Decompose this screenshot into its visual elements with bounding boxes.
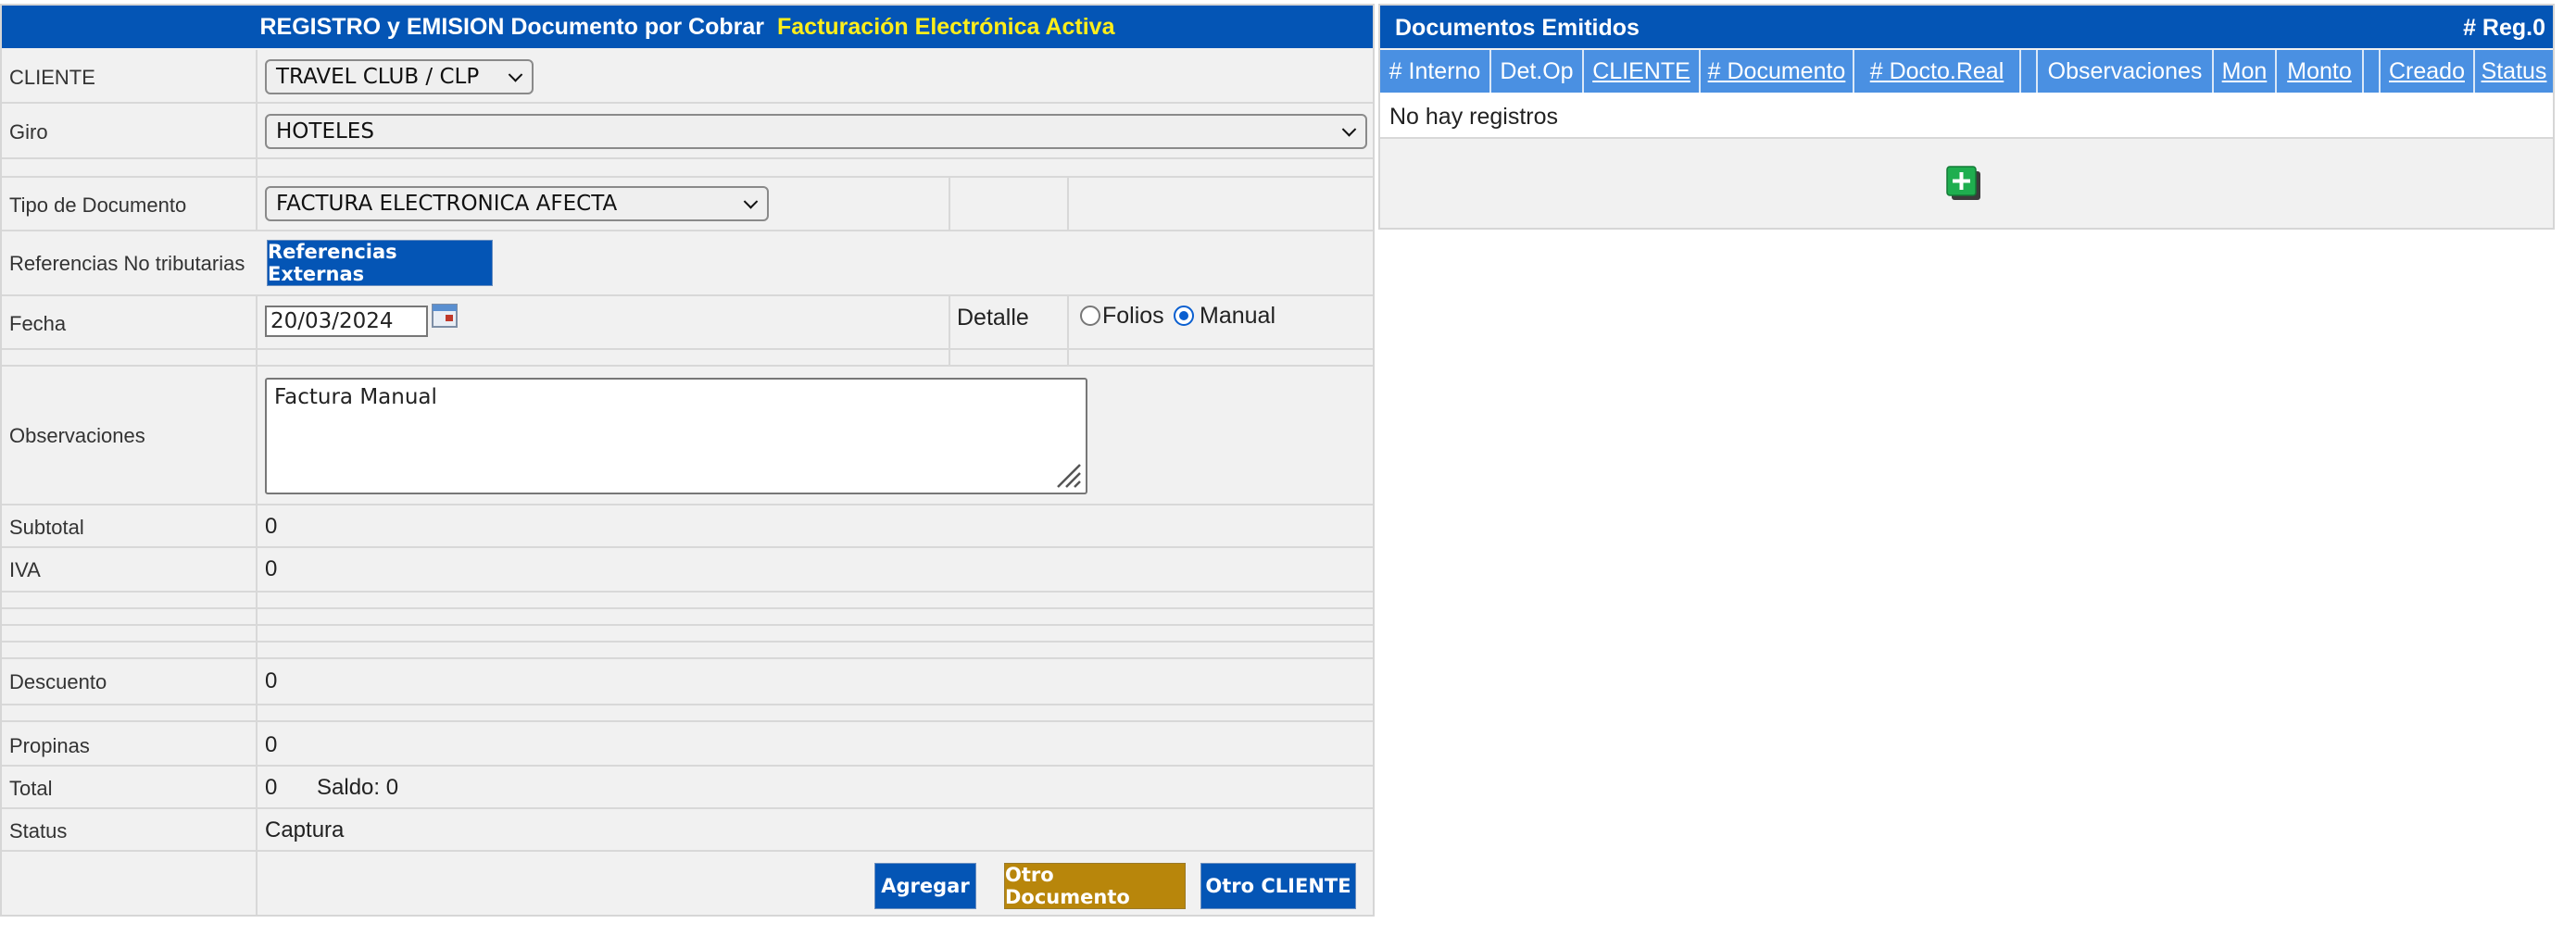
total-value: 0 <box>265 775 278 800</box>
manual-radio[interactable] <box>1174 306 1194 326</box>
col-blank-2 <box>2364 50 2381 93</box>
descuento-row: Descuento 0 <box>2 659 1373 705</box>
otro-cliente-button[interactable]: Otro CLIENTE <box>1200 863 1356 909</box>
tipo-documento-row: Tipo de Documento FACTURA ELECTRONICA AF… <box>2 178 1373 231</box>
cliente-select[interactable]: TRAVEL CLUB / CLP <box>265 59 534 94</box>
total-label: Total <box>9 777 53 800</box>
folios-radio-label: Folios <box>1102 303 1164 329</box>
actions-row: Agregar Otro Documento Otro CLIENTE <box>2 852 1373 915</box>
col-status[interactable]: Status <box>2475 50 2553 93</box>
giro-select[interactable]: HOTELES <box>265 114 1367 149</box>
status-row: Status Captura <box>2 809 1373 852</box>
col-creado[interactable]: Creado <box>2381 50 2475 93</box>
referencias-label: Referencias No tributarias <box>9 252 245 275</box>
iva-value: 0 <box>265 556 278 581</box>
col-monto[interactable]: Monto <box>2277 50 2364 93</box>
propinas-label: Propinas <box>9 734 90 757</box>
cliente-label: CLIENTE <box>9 66 95 89</box>
referencias-row: Referencias No tributarias Referencias E… <box>2 231 1373 296</box>
giro-row: Giro HOTELES <box>2 104 1373 159</box>
col-interno[interactable]: # Interno <box>1380 50 1491 93</box>
total-row: Total 0 Saldo: 0 <box>2 767 1373 809</box>
tipo-documento-select[interactable]: FACTURA ELECTRONICA AFECTA <box>265 186 769 221</box>
col-documento[interactable]: # Documento <box>1701 50 1854 93</box>
spacer-row <box>2 593 1373 609</box>
spacer-row <box>2 159 1373 178</box>
resize-handle-icon[interactable] <box>1054 461 1082 489</box>
tipo-documento-select-value: FACTURA ELECTRONICA AFECTA <box>276 192 618 216</box>
detalle-label: Detalle <box>957 305 1029 331</box>
electronic-invoicing-status: Facturación Electrónica Activa <box>777 13 1115 40</box>
fecha-row: Fecha 20/03/2024 Detalle Folios Manual <box>2 296 1373 350</box>
status-label: Status <box>9 819 68 842</box>
empty-table-row: No hay registros <box>1380 93 2553 139</box>
status-value: Captura <box>265 817 345 842</box>
observaciones-value: Factura Manual <box>274 385 437 409</box>
descuento-value: 0 <box>265 668 278 693</box>
no-records-message: No hay registros <box>1389 104 1559 130</box>
referencias-externas-button[interactable]: Referencias Externas <box>267 240 493 286</box>
folios-radio[interactable] <box>1080 306 1100 326</box>
iva-label: IVA <box>9 558 41 581</box>
add-plus-icon[interactable] <box>1945 165 1982 202</box>
col-mon[interactable]: Mon <box>2214 50 2277 93</box>
manual-radio-label: Manual <box>1200 303 1275 329</box>
table-header: # Interno Det.Op CLIENTE # Documento # D… <box>1380 50 2553 93</box>
propinas-row: Propinas 0 <box>2 722 1373 767</box>
documentos-emitidos-panel: Documentos Emitidos # Reg.0 # Interno De… <box>1378 4 2555 230</box>
agregar-button[interactable]: Agregar <box>874 863 976 909</box>
giro-label: Giro <box>9 120 48 144</box>
documentos-emitidos-title: Documentos Emitidos <box>1395 15 1640 41</box>
otro-documento-button[interactable]: Otro Documento <box>1004 863 1186 909</box>
cliente-row: CLIENTE TRAVEL CLUB / CLP <box>2 50 1373 104</box>
chevron-down-icon <box>508 68 523 82</box>
spacer-row <box>2 643 1373 659</box>
chevron-down-icon <box>1341 122 1357 137</box>
subtotal-label: Subtotal <box>9 516 84 539</box>
giro-select-value: HOTELES <box>276 119 374 144</box>
spacer-row <box>2 626 1373 643</box>
observaciones-label: Observaciones <box>9 424 145 447</box>
registration-title: REGISTRO y EMISION Documento por Cobrar <box>259 13 765 40</box>
propinas-value: 0 <box>265 732 278 757</box>
descuento-label: Descuento <box>9 670 107 693</box>
iva-row: IVA 0 <box>2 548 1373 593</box>
cliente-select-value: TRAVEL CLUB / CLP <box>276 65 480 89</box>
calendar-icon[interactable] <box>432 304 458 328</box>
registration-header: REGISTRO y EMISION Documento por Cobrar … <box>2 6 1373 48</box>
documentos-emitidos-header: Documentos Emitidos # Reg.0 <box>1380 6 2553 48</box>
col-observaciones[interactable]: Observaciones <box>2038 50 2214 93</box>
spacer-row <box>2 350 1373 367</box>
saldo-value: Saldo: 0 <box>317 775 399 800</box>
subtotal-row: Subtotal 0 <box>2 505 1373 548</box>
tipo-documento-label: Tipo de Documento <box>9 193 187 217</box>
observaciones-row: Observaciones Factura Manual <box>2 367 1373 505</box>
spacer-row <box>2 609 1373 626</box>
col-docto-real[interactable]: # Docto.Real <box>1854 50 2021 93</box>
col-det-op[interactable]: Det.Op <box>1491 50 1584 93</box>
fecha-label: Fecha <box>9 312 67 335</box>
chevron-down-icon <box>743 194 759 209</box>
spacer-row <box>2 705 1373 722</box>
document-registration-panel: REGISTRO y EMISION Documento por Cobrar … <box>0 4 1375 917</box>
record-count: # Reg.0 <box>2463 15 2545 41</box>
col-blank-1 <box>2021 50 2038 93</box>
subtotal-value: 0 <box>265 514 278 539</box>
fecha-input-value: 20/03/2024 <box>270 309 394 333</box>
fecha-input[interactable]: 20/03/2024 <box>265 306 428 337</box>
col-cliente[interactable]: CLIENTE <box>1584 50 1701 93</box>
observaciones-textarea[interactable]: Factura Manual <box>265 378 1087 494</box>
